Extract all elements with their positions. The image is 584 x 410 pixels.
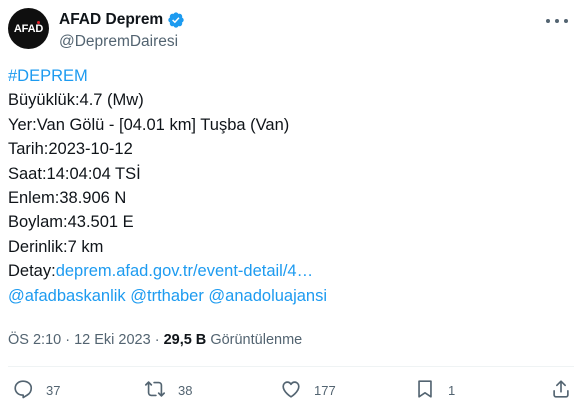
reply-icon — [12, 378, 34, 403]
avatar-logo-dot — [37, 21, 40, 24]
bookmark-icon — [414, 378, 436, 403]
longitude-line: Boylam:43.501 E — [8, 213, 134, 232]
reply-button[interactable]: 37 — [12, 378, 60, 403]
action-bar: 37 38 177 1 — [8, 378, 574, 402]
repost-button[interactable]: 38 — [144, 378, 192, 403]
divider — [8, 366, 574, 367]
author-handle[interactable]: @DepremDairesi — [59, 33, 185, 51]
share-icon — [550, 378, 572, 403]
detail-line: Detay:deprem.afad.gov.tr/event-detail/4… — [8, 259, 327, 283]
share-button[interactable] — [550, 378, 572, 403]
more-options-icon[interactable] — [546, 16, 568, 26]
magnitude-line: Büyüklük:4.7 (Mw) — [8, 91, 144, 110]
location-line: Yer:Van Gölü - [04.01 km] Tuşba (Van) — [8, 115, 290, 134]
heart-icon — [280, 378, 302, 403]
display-name-row: AFAD Deprem — [59, 10, 185, 30]
author-display-name[interactable]: AFAD Deprem — [59, 11, 163, 29]
like-button[interactable]: 177 — [280, 378, 336, 403]
detail-link[interactable]: deprem.afad.gov.tr/event-detail/4… — [56, 262, 313, 280]
author-names: AFAD Deprem @DepremDairesi — [59, 10, 185, 51]
time-line: Saat:14:04:04 TSİ — [8, 164, 141, 183]
views-count: 29,5 B — [163, 332, 207, 348]
avatar-logo-text: AFAD — [13, 22, 44, 35]
tweet-meta: ÖS 2:10 · 12 Eki 2023 · 29,5 B Görüntüle… — [8, 332, 302, 348]
repost-icon — [144, 378, 166, 403]
reply-count: 37 — [46, 383, 61, 398]
depth-line: Derinlik:7 km — [8, 237, 104, 256]
bookmark-count: 1 — [448, 383, 456, 398]
latitude-line: Enlem:38.906 N — [8, 189, 127, 208]
verified-badge-icon — [167, 11, 185, 29]
date-line: Tarih:2023-10-12 — [8, 140, 133, 159]
mentions-line[interactable]: @afadbaskanlik @trthaber @anadoluajansi — [8, 284, 327, 308]
views-label: Görüntülenme — [206, 332, 303, 348]
like-count: 177 — [314, 383, 336, 398]
bookmark-button[interactable]: 1 — [414, 378, 455, 403]
avatar[interactable]: AFAD — [8, 8, 49, 49]
repost-count: 38 — [178, 383, 193, 398]
tweet-timestamp[interactable]: ÖS 2:10 · 12 Eki 2023 · — [8, 332, 164, 348]
hashtag-link[interactable]: #DEPREM — [8, 64, 327, 88]
tweet-header: AFAD AFAD Deprem @DepremDairesi — [8, 8, 574, 52]
tweet-text: #DEPREM Büyüklük:4.7 (Mw) Yer:Van Gölü -… — [8, 64, 327, 308]
detail-label: Detay: — [8, 262, 56, 281]
